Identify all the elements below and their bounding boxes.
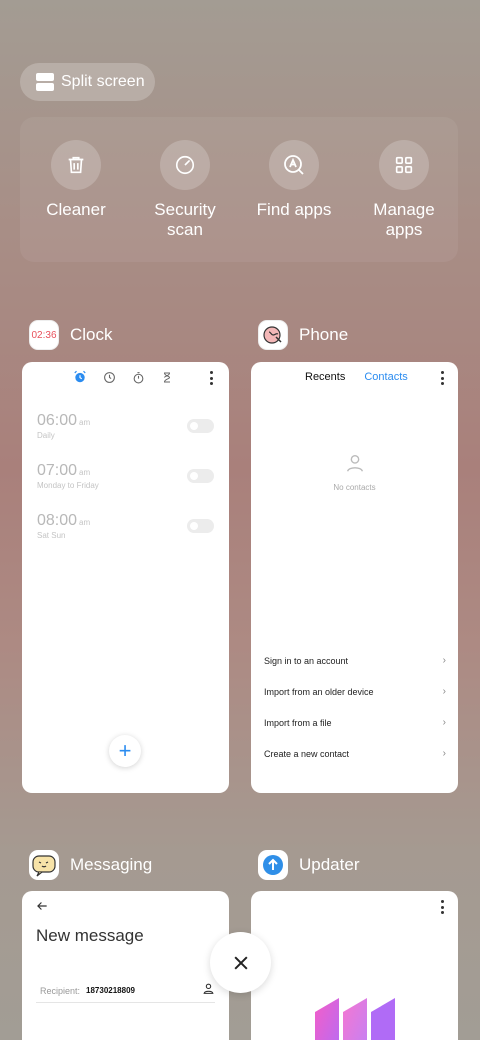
clock-app-header[interactable]: 02:36 Clock (29, 320, 113, 350)
grid-icon (379, 140, 429, 190)
recipient-field[interactable]: Recipient: 18730218809 (36, 979, 215, 1003)
find-apps-icon (269, 140, 319, 190)
phone-app-icon (258, 320, 288, 350)
list-item[interactable]: Sign in to an account › (264, 655, 446, 666)
messaging-app-card[interactable]: New message Recipient: 18730218809 (22, 891, 229, 1040)
new-message-title: New message (36, 926, 144, 945)
quick-actions-panel: Cleaner Security scan Find apps Manage a… (20, 117, 458, 262)
find-apps-label: Find apps (256, 200, 332, 219)
clock-more-icon[interactable] (209, 371, 213, 385)
recipient-label: Recipient: (40, 985, 81, 996)
person-icon (346, 454, 363, 472)
close-all-button[interactable] (210, 932, 271, 993)
no-contacts-text: No contacts (333, 483, 376, 492)
close-icon (233, 955, 248, 970)
clock-app-name: Clock (70, 325, 113, 344)
split-screen-button[interactable]: Split screen (20, 63, 155, 101)
clock-app-icon: 02:36 (29, 320, 59, 350)
alarm-tab-icon[interactable] (72, 369, 88, 385)
chevron-right-icon: › (442, 748, 446, 759)
updater-app-name: Updater (299, 855, 360, 874)
phone-more-icon[interactable] (440, 371, 444, 385)
trash-icon (51, 140, 101, 190)
recipient-value: 18730218809 (86, 986, 135, 995)
alarm-item[interactable]: 06:00 am Daily (37, 412, 90, 440)
chevron-right-icon: › (442, 655, 446, 666)
phone-app-card[interactable]: Recents Contacts No contacts Sign in to … (251, 362, 458, 793)
messaging-app-icon (29, 850, 59, 880)
messaging-app-header[interactable]: Messaging (29, 850, 152, 880)
add-alarm-button[interactable]: + (109, 735, 141, 767)
timer-tab-icon[interactable] (159, 369, 175, 385)
cleaner-button[interactable]: Cleaner (26, 140, 126, 220)
tab-recents[interactable]: Recents (305, 371, 345, 383)
manage-apps-label: Manage apps (373, 200, 435, 239)
empty-state: No contacts (251, 452, 458, 492)
alarm-toggle[interactable] (187, 419, 214, 433)
chevron-right-icon: › (442, 686, 446, 697)
back-arrow-icon[interactable] (35, 899, 49, 918)
phone-app-name: Phone (299, 325, 349, 344)
security-scan-label: Security scan (154, 200, 216, 239)
split-screen-icon (36, 73, 54, 91)
miui-logo-icon (315, 998, 395, 1040)
list-item[interactable]: Import from an older device › (264, 686, 446, 697)
chevron-right-icon: › (442, 717, 446, 728)
updater-app-header[interactable]: Updater (258, 850, 359, 880)
alarm-toggle[interactable] (187, 469, 214, 483)
alarm-item[interactable]: 08:00 am Sat Sun (37, 512, 90, 540)
clock-app-card[interactable]: 06:00 am Daily 07:00 am Monday to Friday 0… (22, 362, 229, 793)
updater-app-icon (258, 850, 288, 880)
security-scan-icon (160, 140, 210, 190)
security-scan-button[interactable]: Security scan (135, 140, 235, 240)
updater-app-card[interactable] (251, 891, 458, 1040)
contact-picker-icon[interactable] (202, 982, 215, 1000)
updater-more-icon[interactable] (440, 900, 444, 914)
world-clock-tab-icon[interactable] (101, 369, 117, 385)
tab-contacts[interactable]: Contacts (364, 371, 407, 383)
list-item[interactable]: Create a new contact › (264, 748, 446, 759)
list-item[interactable]: Import from a file › (264, 717, 446, 728)
manage-apps-button[interactable]: Manage apps (354, 140, 454, 240)
alarm-item[interactable]: 07:00 am Monday to Friday (37, 462, 99, 490)
find-apps-button[interactable]: Find apps (244, 140, 344, 220)
phone-app-header[interactable]: Phone (258, 320, 348, 350)
cleaner-label: Cleaner (46, 200, 106, 219)
stopwatch-tab-icon[interactable] (130, 369, 146, 385)
messaging-app-name: Messaging (70, 855, 153, 874)
alarm-toggle[interactable] (187, 519, 214, 533)
split-screen-label: Split screen (61, 73, 145, 90)
